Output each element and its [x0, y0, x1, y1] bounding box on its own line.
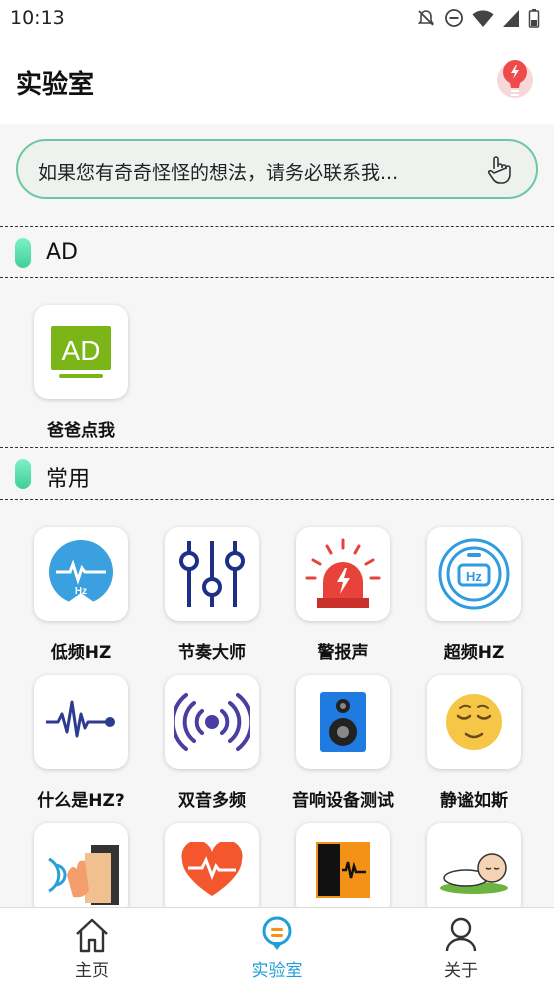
tile-label: 静谧如斯	[440, 791, 508, 811]
person-icon	[445, 917, 477, 952]
vibration-icon	[174, 693, 250, 751]
sleeping-baby-icon	[440, 853, 508, 894]
nav-item-lab[interactable]: 实验室	[217, 908, 337, 985]
svg-text:AD: AD	[62, 335, 101, 366]
notifications-off-icon	[417, 10, 435, 26]
page-title: 实验室	[16, 70, 95, 100]
heartbeat-icon	[181, 842, 243, 896]
tile-label: 爸爸点我	[47, 421, 115, 441]
ear-listen-icon	[48, 845, 119, 905]
section-title-ad: AD	[46, 240, 78, 265]
divider	[0, 447, 554, 448]
idea-bulb-button[interactable]	[495, 56, 535, 104]
tile-icon-box: Hz	[34, 527, 128, 621]
tile-icon-box	[34, 823, 128, 917]
tile-icon-box	[296, 527, 390, 621]
pointing-hand-icon	[487, 156, 511, 184]
waveform-icon	[46, 700, 115, 738]
status-bar: 10:13	[0, 0, 554, 38]
lightbulb-icon	[497, 60, 533, 98]
speaker-icon	[320, 692, 366, 752]
home-icon	[76, 918, 108, 953]
nav-label-home: 主页	[75, 961, 109, 981]
lab-bulb-icon	[262, 916, 292, 950]
tile-label: 低频HZ	[50, 643, 112, 663]
status-time: 10:13	[10, 7, 65, 29]
tile-label: 超频HZ	[443, 643, 505, 663]
do-not-disturb-icon	[445, 9, 463, 27]
banner-text: 如果您有奇奇怪怪的想法，请务必联系我...	[38, 162, 399, 184]
tile-icon-box	[34, 675, 128, 769]
battery-icon	[528, 9, 540, 28]
nav-item-about[interactable]: 关于	[401, 908, 521, 985]
tile-icon-box: Hz	[427, 527, 521, 621]
tile-icon-box	[427, 823, 521, 917]
divider	[0, 499, 554, 500]
tile-icon-box	[165, 527, 259, 621]
tile-label: 音响设备测试	[292, 791, 394, 811]
section-title-common: 常用	[46, 467, 91, 492]
nav-item-home[interactable]: 主页	[32, 908, 152, 985]
contact-banner[interactable]: 如果您有奇奇怪怪的想法，请务必联系我...	[16, 139, 538, 199]
tile-icon-box	[427, 675, 521, 769]
voice-recorder-icon	[316, 842, 370, 898]
bottom-navigation: 主页 实验室 关于	[0, 907, 554, 985]
nav-label-lab: 实验室	[251, 961, 303, 981]
high-frequency-icon: Hz	[438, 538, 510, 610]
tile-label: 警报声	[317, 643, 369, 663]
divider	[0, 277, 554, 278]
tile-label: 双音多频	[178, 791, 246, 811]
equalizer-icon	[179, 541, 245, 607]
siren-icon	[305, 538, 381, 608]
nav-label-about: 关于	[444, 961, 478, 981]
tile-icon-box	[165, 675, 259, 769]
section-marker	[15, 459, 31, 489]
svg-text:Hz: Hz	[466, 569, 482, 584]
ad-icon: AD	[51, 326, 111, 378]
app-header: 实验室	[0, 38, 554, 124]
divider	[0, 226, 554, 227]
tile-icon-box	[165, 823, 259, 917]
cellular-signal-icon	[503, 10, 519, 27]
status-icons	[416, 8, 540, 28]
section-header-common: 常用	[0, 449, 554, 499]
calm-face-icon	[446, 694, 502, 750]
tile-label: 什么是HZ?	[37, 791, 125, 811]
section-marker	[15, 238, 31, 268]
tile-label: 节奏大师	[178, 643, 246, 663]
section-header-ad: AD	[0, 228, 554, 278]
tile-icon-box	[296, 675, 390, 769]
tile-icon-box: AD	[34, 305, 128, 399]
tile-icon-box	[296, 823, 390, 917]
wifi-icon	[472, 10, 494, 27]
low-frequency-icon: Hz	[49, 540, 113, 605]
